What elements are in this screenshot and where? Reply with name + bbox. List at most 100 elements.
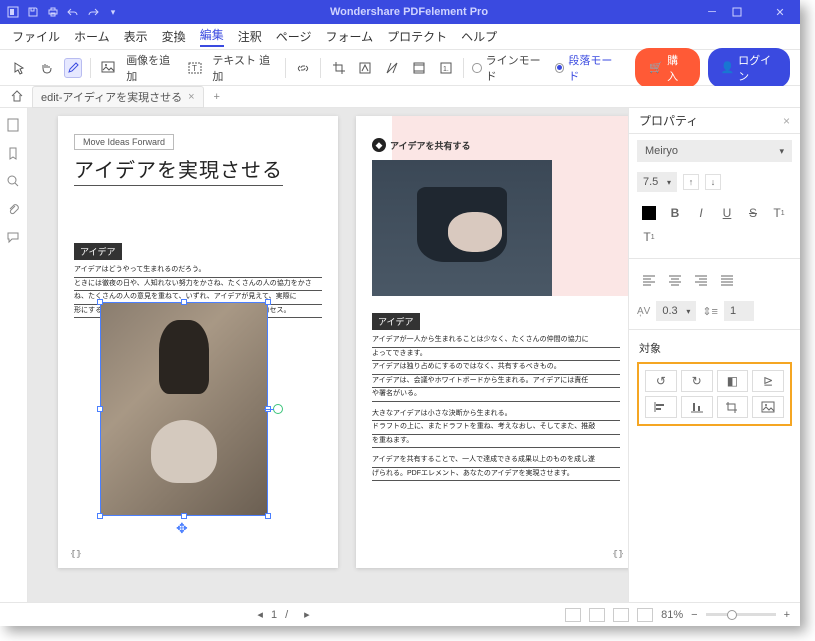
hand-tool-icon[interactable] <box>37 58 56 78</box>
undo-icon[interactable] <box>66 5 80 19</box>
new-tab-button[interactable]: + <box>210 91 224 103</box>
text-color-swatch[interactable] <box>637 202 661 224</box>
maximize-button[interactable] <box>732 7 760 17</box>
add-image-icon[interactable] <box>99 58 118 78</box>
underline-button[interactable]: U <box>715 202 739 224</box>
move-icon[interactable]: ✥ <box>176 520 188 537</box>
crop-tool-icon[interactable] <box>329 58 348 78</box>
properties-panel: プロパティ × Meiryo▾ 7.5▾ ↑ ↓ B I U S T1 T1 A… <box>628 108 800 602</box>
document-canvas[interactable]: Move Ideas Forward アイデアを実現させる アイデア アイデアは… <box>28 108 628 602</box>
document-tab[interactable]: edit-アイディアを実現させる × <box>32 86 204 108</box>
bates-number-icon[interactable]: 1. <box>436 58 455 78</box>
thumbnails-icon[interactable] <box>6 118 22 134</box>
rotate-handle[interactable] <box>273 404 283 414</box>
subscript-button[interactable]: T1 <box>637 226 661 248</box>
resize-handle-ml[interactable] <box>97 406 103 412</box>
tab-close-icon[interactable]: × <box>188 91 194 103</box>
menu-help[interactable]: ヘルプ <box>461 28 497 45</box>
menu-convert[interactable]: 変換 <box>162 28 186 45</box>
menu-home[interactable]: ホーム <box>74 28 110 45</box>
menu-protect[interactable]: プロテクト <box>387 28 447 45</box>
font-size-up[interactable]: ↑ <box>683 174 699 190</box>
edit-tool-icon[interactable] <box>64 58 83 78</box>
align-right-button[interactable] <box>689 269 713 291</box>
watermark-tool-icon[interactable] <box>356 58 375 78</box>
replace-image-button[interactable] <box>752 396 784 418</box>
bookmarks-icon[interactable] <box>6 146 22 162</box>
font-size-input[interactable]: 7.5▾ <box>637 172 677 192</box>
add-text-label[interactable]: テキスト 追加 <box>212 52 276 84</box>
font-size-down[interactable]: ↓ <box>705 174 721 190</box>
view-facing-button[interactable] <box>613 608 629 622</box>
panel-close-icon[interactable]: × <box>783 114 790 128</box>
bold-button[interactable]: B <box>663 202 687 224</box>
menu-form[interactable]: フォーム <box>325 28 373 45</box>
pdf-page-2[interactable]: ◆アイデアを共有する アイデア アイデアが一人から生まれることは少なく、たくさん… <box>356 116 628 568</box>
menu-file[interactable]: ファイル <box>12 28 60 45</box>
strikethrough-button[interactable]: S <box>741 202 765 224</box>
page-next-button[interactable]: ▸ <box>304 608 310 621</box>
add-image-label[interactable]: 画像を追加 <box>126 52 177 84</box>
select-tool-icon[interactable] <box>10 58 29 78</box>
buy-button[interactable]: 🛒購入 <box>635 48 700 88</box>
char-spacing-input[interactable]: 0.3▾ <box>656 301 696 321</box>
resize-handle-bl[interactable] <box>97 513 103 519</box>
align-justify-button[interactable] <box>715 269 739 291</box>
menu-view[interactable]: 表示 <box>124 28 148 45</box>
resize-handle-tm[interactable] <box>181 299 187 305</box>
align-obj-left-button[interactable] <box>645 396 677 418</box>
close-button[interactable]: ✕ <box>766 6 794 19</box>
align-left-button[interactable] <box>637 269 661 291</box>
resize-handle-br[interactable] <box>265 513 271 519</box>
char-spacing-icon: A͎V <box>637 306 650 317</box>
superscript-button[interactable]: T1 <box>767 202 791 224</box>
rotate-left-button[interactable]: ↺ <box>645 370 677 392</box>
menu-annotate[interactable]: 注釈 <box>238 28 262 45</box>
flip-vertical-button[interactable]: ⊵ <box>752 370 784 392</box>
view-grid-button[interactable] <box>637 608 653 622</box>
comments-icon[interactable] <box>6 230 22 246</box>
attachments-icon[interactable] <box>6 202 22 218</box>
home-tab-icon[interactable] <box>10 89 26 105</box>
pdf-page-1[interactable]: Move Ideas Forward アイデアを実現させる アイデア アイデアは… <box>58 116 338 568</box>
align-obj-bottom-button[interactable] <box>681 396 713 418</box>
background-tool-icon[interactable] <box>383 58 402 78</box>
paragraph-mode-radio[interactable]: 段落モード <box>555 52 619 84</box>
redo-icon[interactable] <box>86 5 100 19</box>
search-icon[interactable] <box>6 174 22 190</box>
menu-edit[interactable]: 編集 <box>200 26 224 47</box>
page-prev-button[interactable]: ◂ <box>257 608 263 621</box>
line-mode-radio[interactable]: ラインモード <box>472 52 547 84</box>
link-tool-icon[interactable] <box>293 58 312 78</box>
object-tools-group: ↺ ↻ ◧ ⊵ <box>637 362 792 426</box>
line-mode-label: ラインモード <box>486 52 547 84</box>
statusbar: ◂ 1 / ▸ 81% − + <box>0 602 800 626</box>
minimize-button[interactable]: ─ <box>698 6 726 18</box>
resize-handle-tr[interactable] <box>265 299 271 305</box>
flip-horizontal-button[interactable]: ◧ <box>717 370 749 392</box>
view-single-button[interactable] <box>565 608 581 622</box>
login-button[interactable]: 👤ログイン <box>708 48 790 88</box>
align-center-button[interactable] <box>663 269 687 291</box>
line-spacing-input[interactable]: 1 <box>724 301 754 321</box>
resize-handle-tl[interactable] <box>97 299 103 305</box>
italic-button[interactable]: I <box>689 202 713 224</box>
resize-handle-bm[interactable] <box>181 513 187 519</box>
selected-image[interactable]: ✥ <box>100 302 268 516</box>
zoom-in-button[interactable]: + <box>784 609 790 621</box>
view-continuous-button[interactable] <box>589 608 605 622</box>
print-icon[interactable] <box>46 5 60 19</box>
dropdown-icon[interactable]: ▾ <box>106 5 120 19</box>
save-icon[interactable] <box>26 5 40 19</box>
headline-text: アイデアを実現させる <box>74 154 283 186</box>
add-text-icon[interactable]: T <box>186 58 205 78</box>
menu-page[interactable]: ページ <box>276 28 312 45</box>
font-family-select[interactable]: Meiryo▾ <box>637 140 792 162</box>
zoom-slider[interactable] <box>706 613 776 616</box>
header-footer-icon[interactable] <box>410 58 429 78</box>
chevron-down-icon: ▾ <box>779 146 784 157</box>
zoom-out-button[interactable]: − <box>691 609 697 621</box>
rotate-right-button[interactable]: ↻ <box>681 370 713 392</box>
separator <box>463 58 464 78</box>
crop-object-button[interactable] <box>717 396 749 418</box>
